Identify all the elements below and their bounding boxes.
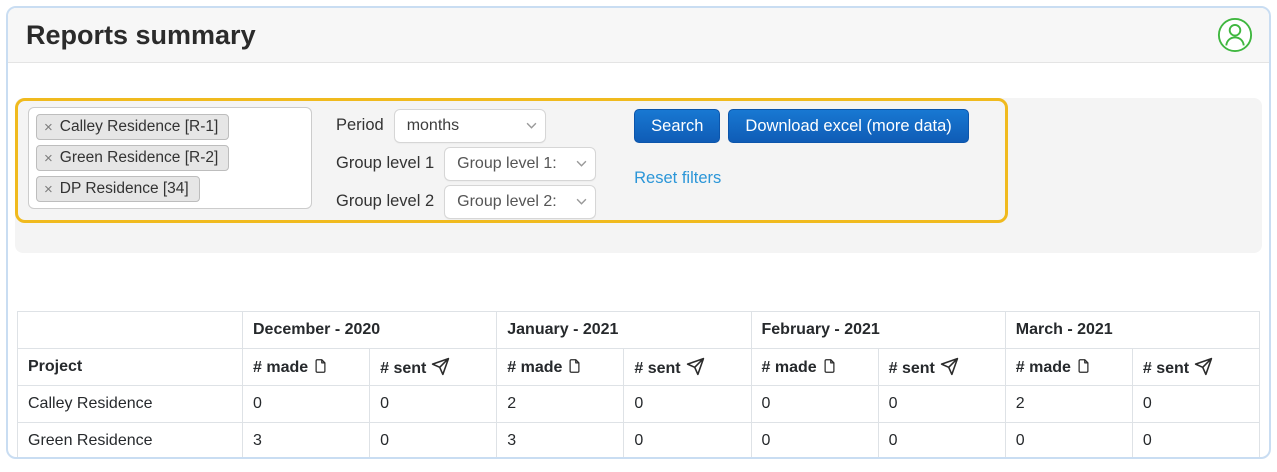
search-button[interactable]: Search xyxy=(634,109,720,143)
report-count-cell: 0 xyxy=(878,386,1005,423)
sent-column-header: # sent xyxy=(878,349,1005,386)
group-level-1-select[interactable]: Group level 1: xyxy=(444,147,596,181)
corner-cell xyxy=(18,312,243,349)
report-count-cell: 2 xyxy=(1005,386,1132,423)
report-count-cell: 2 xyxy=(497,386,624,423)
project-name-cell: Green Residence xyxy=(18,423,243,460)
tag-label: DP Residence [34] xyxy=(60,180,189,198)
report-count-cell: 0 xyxy=(1005,423,1132,460)
document-icon xyxy=(313,357,328,375)
filter-actions: Search Download excel (more data) Reset … xyxy=(634,109,969,188)
document-icon xyxy=(822,357,837,375)
filter-controls: Period months Group level 1 Group level … xyxy=(336,108,596,219)
report-count-cell: 0 xyxy=(751,386,878,423)
user-avatar-icon[interactable] xyxy=(1217,17,1253,53)
made-column-header: # made xyxy=(497,349,624,386)
made-column-header: # made xyxy=(1005,349,1132,386)
group-level-1-select-value: Group level 1: xyxy=(457,155,557,173)
period-select-value: months xyxy=(407,117,459,135)
remove-tag-icon[interactable]: × xyxy=(44,151,53,166)
reports-table: December - 2020January - 2021February - … xyxy=(17,311,1260,459)
filter-highlight-box: × Calley Residence [R-1] × Green Residence … xyxy=(15,98,1008,223)
group-level-2-select[interactable]: Group level 2: xyxy=(444,185,596,219)
month-group-header: March - 2021 xyxy=(1005,312,1259,349)
group-level-2-label: Group level 2 xyxy=(336,192,434,211)
project-multiselect[interactable]: × Calley Residence [R-1] × Green Residence … xyxy=(28,107,312,209)
made-column-header: # made xyxy=(751,349,878,386)
table-row: Calley Residence00200020 xyxy=(18,386,1260,423)
group-level-1-label: Group level 1 xyxy=(336,154,434,173)
report-count-cell: 0 xyxy=(1132,386,1259,423)
paper-plane-icon xyxy=(940,357,959,376)
report-count-cell: 0 xyxy=(1132,423,1259,460)
remove-tag-icon[interactable]: × xyxy=(44,120,53,135)
month-group-header: January - 2021 xyxy=(497,312,751,349)
paper-plane-icon xyxy=(431,357,450,376)
project-name-cell: Calley Residence xyxy=(18,386,243,423)
selected-project-tag[interactable]: × Calley Residence [R-1] xyxy=(36,114,229,140)
report-count-cell: 0 xyxy=(624,386,751,423)
chevron-down-icon xyxy=(576,198,587,205)
page-card: Reports summary ×Calley Residence [R-1]×… xyxy=(6,6,1271,459)
sent-column-header: # sent xyxy=(1132,349,1259,386)
page-header: Reports summary xyxy=(8,8,1269,63)
paper-plane-icon xyxy=(686,357,705,376)
group-level-2-select-value: Group level 2: xyxy=(457,193,557,211)
download-excel-button[interactable]: Download excel (more data) xyxy=(728,109,968,143)
report-count-cell: 0 xyxy=(624,423,751,460)
selected-project-tag[interactable]: × Green Residence [R-2] xyxy=(36,145,229,171)
reset-filters-link[interactable]: Reset filters xyxy=(634,169,721,188)
month-group-header: February - 2021 xyxy=(751,312,1005,349)
chevron-down-icon xyxy=(576,160,587,167)
sent-column-header: # sent xyxy=(370,349,497,386)
month-group-header: December - 2020 xyxy=(243,312,497,349)
tag-label: Calley Residence [R-1] xyxy=(60,118,219,136)
table-row: Green Residence30300000 xyxy=(18,423,1260,460)
chevron-down-icon xyxy=(526,122,537,129)
sent-column-header: # sent xyxy=(624,349,751,386)
report-count-cell: 0 xyxy=(370,423,497,460)
document-icon xyxy=(1076,357,1091,375)
report-count-cell: 3 xyxy=(497,423,624,460)
report-count-cell: 0 xyxy=(878,423,1005,460)
paper-plane-icon xyxy=(1194,357,1213,376)
report-count-cell: 0 xyxy=(751,423,878,460)
selected-project-tag[interactable]: × DP Residence [34] xyxy=(36,176,200,202)
tag-label: Green Residence [R-2] xyxy=(60,149,219,167)
project-column-header: Project xyxy=(18,349,243,386)
filter-panel: × Calley Residence [R-1] × Green Residence … xyxy=(15,98,1262,253)
remove-tag-icon[interactable]: × xyxy=(44,182,53,197)
document-icon xyxy=(567,357,582,375)
report-count-cell: 3 xyxy=(243,423,370,460)
report-count-cell: 0 xyxy=(370,386,497,423)
made-column-header: # made xyxy=(243,349,370,386)
period-select[interactable]: months xyxy=(394,109,546,143)
report-count-cell: 0 xyxy=(243,386,370,423)
page-title: Reports summary xyxy=(26,20,256,51)
period-label: Period xyxy=(336,116,384,135)
